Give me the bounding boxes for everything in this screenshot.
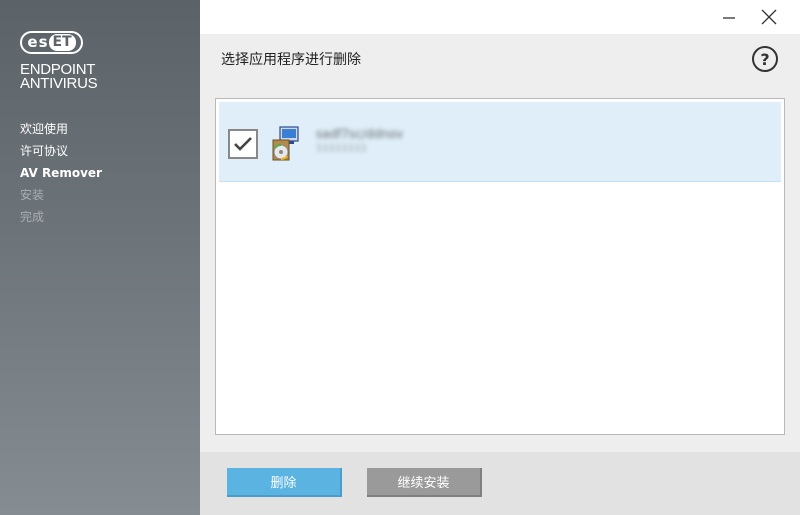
product-name-line2: ANTIVIRUS [20,75,98,92]
continue-install-button[interactable]: 继续安装 [367,468,482,497]
step-list: 欢迎使用 许可协议 AV Remover 安装 完成 [20,121,102,231]
title-bar [200,0,800,34]
app-name: sadf7sc/ddnov [316,127,404,141]
product-name: ENDPOINT ANTIVIRUS [20,62,98,92]
eset-logo: e s ET [20,31,83,54]
close-icon [761,9,777,25]
step-welcome: 欢迎使用 [20,122,69,136]
minimize-icon [723,17,735,19]
sidebar: e s ET ENDPOINT ANTIVIRUS 欢迎使用 许可协议 AV Rem… [0,0,200,515]
help-button[interactable]: ? [752,46,778,72]
list-item[interactable]: sadf7sc/ddnov 11111111 [219,102,781,182]
remove-button[interactable]: 删除 [227,468,342,497]
help-icon: ? [760,49,770,69]
page-title: 选择应用程序进行删除 [221,52,361,68]
minimize-button[interactable] [715,4,743,30]
checkmark-icon [234,137,252,151]
close-button[interactable] [755,4,783,30]
installer-package-icon [272,126,299,161]
footer: 删除 继续安装 [200,452,800,515]
step-install: 安装 [20,188,45,202]
app-subtitle: 11111111 [316,143,367,154]
header: 选择应用程序进行删除 ? [200,34,800,82]
step-av-remover: AV Remover [20,166,102,180]
logo-letters-et: ET [48,34,76,51]
application-list[interactable]: sadf7sc/ddnov 11111111 [215,98,785,435]
logo-letter-s: s [38,33,48,51]
step-finish: 完成 [20,210,45,224]
step-license: 许可协议 [20,144,69,158]
logo-letter-e: e [27,33,38,51]
item-checkbox[interactable] [228,129,258,159]
